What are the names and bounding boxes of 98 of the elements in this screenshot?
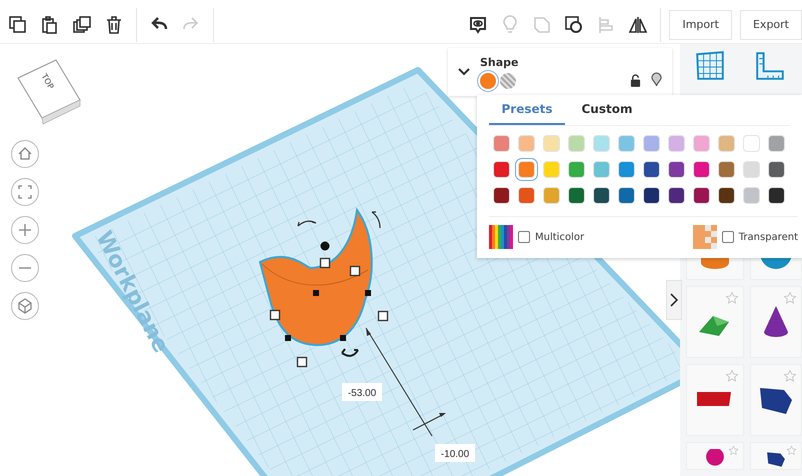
- color-swatch[interactable]: [568, 187, 585, 204]
- lock-icon[interactable]: [630, 74, 641, 86]
- color-swatch[interactable]: [718, 187, 735, 204]
- ruler-icon[interactable]: [754, 50, 786, 82]
- color-swatch[interactable]: [593, 161, 610, 178]
- color-swatch[interactable]: [693, 187, 710, 204]
- rotate-arrow-icon[interactable]: [297, 220, 317, 227]
- hole-mode-button[interactable]: [500, 72, 516, 88]
- solid-mode-button[interactable]: [480, 72, 496, 88]
- resize-handle[interactable]: [365, 290, 371, 296]
- zoom-in-button[interactable]: [10, 215, 40, 245]
- mirror-icon[interactable]: [628, 14, 648, 34]
- color-swatch[interactable]: [718, 161, 735, 178]
- color-swatch[interactable]: [518, 187, 535, 204]
- shape-tile[interactable]: [750, 286, 802, 358]
- color-swatch[interactable]: [768, 135, 785, 152]
- color-swatch[interactable]: [643, 135, 660, 152]
- color-swatch[interactable]: [668, 135, 685, 152]
- checkbox-label: Transparent: [738, 232, 798, 242]
- collapse-chevron-icon[interactable]: [458, 68, 470, 76]
- color-swatch[interactable]: [768, 187, 785, 204]
- checkbox-label: Multicolor: [535, 232, 584, 242]
- lift-handle[interactable]: [320, 242, 330, 250]
- resize-handle[interactable]: [313, 290, 319, 296]
- color-swatch[interactable]: [593, 135, 610, 152]
- star-icon[interactable]: [728, 445, 739, 456]
- color-swatch[interactable]: [743, 161, 760, 178]
- crescent-shape[interactable]: [259, 209, 373, 346]
- shape-tile[interactable]: [686, 286, 744, 358]
- rainbow-icon: [489, 225, 513, 249]
- color-swatch[interactable]: [618, 161, 635, 178]
- paste-icon[interactable]: [40, 14, 60, 34]
- shape-tile[interactable]: [750, 364, 802, 436]
- perspective-button[interactable]: [10, 291, 40, 321]
- color-swatch[interactable]: [643, 161, 660, 178]
- color-tab[interactable]: Presets: [489, 95, 565, 125]
- resize-handle[interactable]: [270, 310, 280, 320]
- color-swatch[interactable]: [668, 161, 685, 178]
- checkbox[interactable]: [722, 231, 734, 243]
- sidebar-toggle-button[interactable]: [666, 280, 682, 320]
- dimension-value[interactable]: -10.00: [440, 449, 470, 460]
- color-swatch[interactable]: [568, 161, 585, 178]
- color-swatch[interactable]: [543, 187, 560, 204]
- checkbox[interactable]: [518, 231, 530, 243]
- resize-handle[interactable]: [378, 310, 388, 322]
- color-swatch[interactable]: [568, 135, 585, 152]
- color-swatch[interactable]: [718, 135, 735, 152]
- resize-handle[interactable]: [320, 258, 330, 268]
- duplicate-icon[interactable]: [72, 14, 92, 34]
- fit-button[interactable]: [10, 177, 40, 207]
- resize-handle[interactable]: [285, 335, 291, 341]
- dimension-label-background: [435, 444, 475, 462]
- home-button[interactable]: [10, 139, 40, 169]
- color-swatch[interactable]: [768, 161, 785, 178]
- color-swatch[interactable]: [518, 161, 535, 178]
- shape-tile[interactable]: [750, 442, 802, 470]
- color-swatch[interactable]: [543, 161, 560, 178]
- transparency-icon: [692, 225, 717, 249]
- resize-handle[interactable]: [350, 266, 360, 276]
- color-tab[interactable]: Custom: [569, 95, 645, 125]
- delete-icon[interactable]: [104, 14, 124, 34]
- color-swatch[interactable]: [493, 161, 510, 178]
- bulb-icon[interactable]: [651, 72, 662, 86]
- shape-panel-title: Shape: [480, 56, 520, 68]
- color-swatch[interactable]: [693, 135, 710, 152]
- note-icon[interactable]: [468, 14, 488, 34]
- color-swatch[interactable]: [693, 161, 710, 178]
- color-swatch[interactable]: [743, 187, 760, 204]
- color-swatch[interactable]: [518, 135, 535, 152]
- color-swatch[interactable]: [618, 187, 635, 204]
- color-swatch[interactable]: [543, 135, 560, 152]
- resize-handle[interactable]: [340, 335, 346, 341]
- color-swatch[interactable]: [668, 187, 685, 204]
- color-swatch[interactable]: [618, 135, 635, 152]
- toolbar-button[interactable]: Export: [740, 10, 802, 40]
- chevron-right-icon: [670, 293, 678, 307]
- color-swatch[interactable]: [593, 187, 610, 204]
- star-icon[interactable]: [783, 369, 797, 383]
- star-icon[interactable]: [786, 445, 797, 456]
- dimension-value[interactable]: -53.00: [348, 388, 376, 399]
- resize-handle[interactable]: [296, 356, 308, 368]
- copy-icon[interactable]: [8, 14, 28, 34]
- shape-tile[interactable]: [686, 442, 744, 470]
- workplane-grid-icon[interactable]: [694, 50, 726, 82]
- group-icon[interactable]: [564, 14, 584, 34]
- star-icon[interactable]: [725, 291, 739, 305]
- star-icon[interactable]: [783, 291, 797, 305]
- star-icon[interactable]: [725, 369, 739, 383]
- rotate-arrow-icon[interactable]: [341, 348, 359, 357]
- rotate-arrow-icon[interactable]: [371, 211, 381, 229]
- color-swatch[interactable]: [743, 135, 760, 152]
- toolbar-button[interactable]: Import: [669, 10, 732, 40]
- view-cube[interactable]: [17, 59, 81, 124]
- color-swatch[interactable]: [493, 187, 510, 204]
- color-swatch[interactable]: [493, 135, 510, 152]
- shape-tile[interactable]: [686, 364, 744, 436]
- color-swatch[interactable]: [643, 187, 660, 204]
- dimension-label-background: [342, 383, 382, 401]
